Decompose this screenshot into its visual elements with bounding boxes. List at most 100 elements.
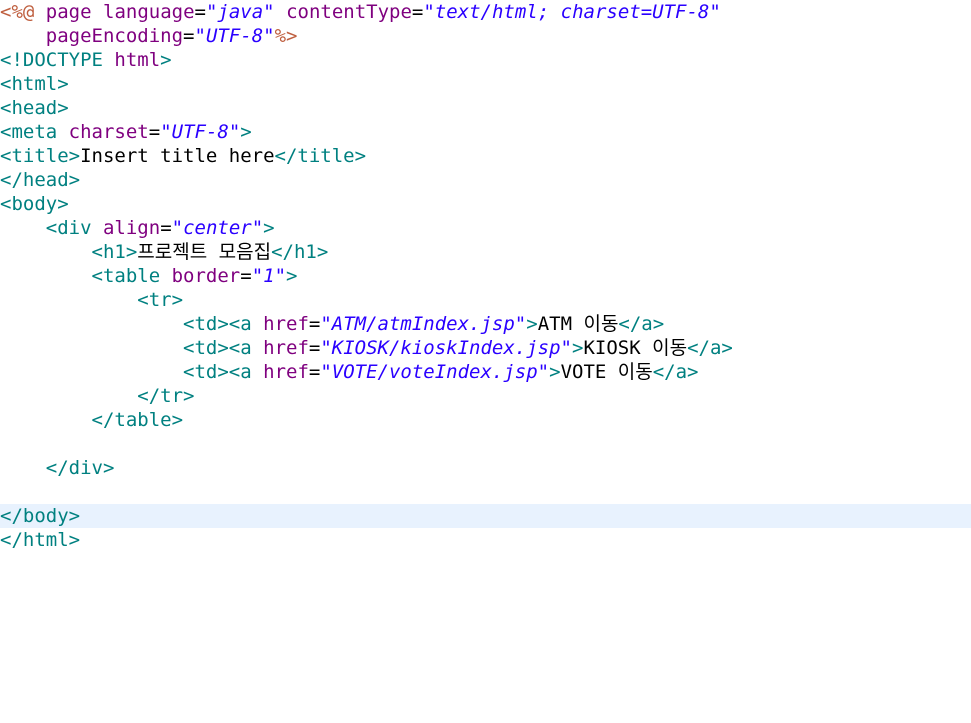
code-token: </a> bbox=[687, 337, 733, 359]
code-token: "text/html; charset=UTF-8" bbox=[423, 1, 721, 23]
code-token: language bbox=[103, 1, 195, 23]
code-token: VOTE 이동 bbox=[560, 361, 653, 383]
code-token: 프로젝트 모음집 bbox=[137, 241, 272, 263]
code-token: border bbox=[171, 265, 241, 287]
code-line[interactable]: pageEncoding="UTF-8"%> bbox=[0, 24, 971, 48]
code-token: page bbox=[45, 1, 92, 23]
code-token: = bbox=[308, 337, 321, 359]
code-token: <meta bbox=[0, 121, 58, 143]
code-line[interactable] bbox=[0, 432, 971, 456]
code-line[interactable]: <head> bbox=[0, 96, 971, 120]
code-token: pageEncoding bbox=[45, 25, 184, 47]
code-token: KIOSK 이동 bbox=[583, 337, 688, 359]
code-line[interactable]: </table> bbox=[0, 408, 971, 432]
code-token: </title> bbox=[274, 145, 367, 167]
code-token: </tr> bbox=[137, 385, 195, 407]
code-line[interactable]: <div align="center"> bbox=[0, 216, 971, 240]
code-token: %> bbox=[274, 25, 298, 47]
code-token: = bbox=[148, 121, 161, 143]
code-token: </h1> bbox=[271, 241, 329, 263]
code-line[interactable]: <!DOCTYPE html> bbox=[0, 48, 971, 72]
code-token: = bbox=[194, 1, 206, 23]
code-token: </a> bbox=[618, 313, 665, 335]
code-line[interactable]: <body> bbox=[0, 192, 971, 216]
code-token: = bbox=[160, 217, 172, 239]
code-editor[interactable]: <%@ page language="java" contentType="te… bbox=[0, 0, 971, 723]
code-token: align bbox=[102, 217, 161, 239]
code-line[interactable]: <title>Insert title here</title> bbox=[0, 144, 971, 168]
code-line[interactable]: </tr> bbox=[0, 384, 971, 408]
code-token: <body> bbox=[0, 193, 69, 215]
code-line[interactable]: <td><a href="VOTE/voteIndex.jsp">VOTE 이동… bbox=[0, 360, 971, 384]
code-token: > bbox=[572, 337, 584, 359]
code-token: > bbox=[240, 121, 252, 143]
code-token: > bbox=[286, 265, 298, 287]
code-token: > bbox=[526, 313, 538, 335]
code-line[interactable] bbox=[0, 480, 971, 504]
code-token: <table bbox=[91, 265, 161, 287]
code-token: <!DOCTYPE bbox=[0, 49, 103, 71]
code-line[interactable]: <%@ page language="java" contentType="te… bbox=[0, 0, 971, 24]
code-line[interactable]: <meta charset="UTF-8"> bbox=[0, 120, 971, 144]
code-token: <tr> bbox=[137, 289, 184, 311]
code-line[interactable]: </head> bbox=[0, 168, 971, 192]
code-token: contentType bbox=[286, 1, 412, 23]
code-token: = bbox=[411, 1, 424, 23]
code-token: </a> bbox=[652, 361, 699, 383]
code-token: Insert title here bbox=[80, 145, 275, 167]
code-token: <html> bbox=[0, 73, 69, 95]
code-token: = bbox=[183, 25, 195, 47]
code-token: "UTF-8" bbox=[160, 121, 241, 143]
code-token: "UTF-8" bbox=[194, 25, 275, 47]
code-token: ATM 이동 bbox=[537, 313, 619, 335]
code-token: <title> bbox=[0, 145, 81, 167]
code-line[interactable]: </div> bbox=[0, 456, 971, 480]
code-token: <td><a bbox=[183, 361, 252, 383]
code-token: "1" bbox=[251, 265, 287, 287]
code-token: = bbox=[308, 361, 321, 383]
code-token: </html> bbox=[0, 529, 81, 551]
code-line[interactable]: <td><a href="KIOSK/kioskIndex.jsp">KIOSK… bbox=[0, 336, 971, 360]
code-token: <head> bbox=[0, 97, 69, 119]
code-token: charset bbox=[68, 121, 149, 143]
code-token: href bbox=[263, 313, 309, 335]
code-line[interactable]: </body> bbox=[0, 504, 971, 528]
code-token: </body> bbox=[0, 505, 81, 527]
code-token: href bbox=[263, 361, 309, 383]
code-token: > bbox=[160, 49, 172, 71]
code-line[interactable]: <td><a href="ATM/atmIndex.jsp">ATM 이동</a… bbox=[0, 312, 971, 336]
code-line[interactable]: </html> bbox=[0, 528, 971, 552]
code-line[interactable]: <tr> bbox=[0, 288, 971, 312]
code-token: = bbox=[308, 313, 321, 335]
code-line[interactable]: <h1>프로젝트 모음집</h1> bbox=[0, 240, 971, 264]
code-token: "center" bbox=[171, 217, 264, 239]
code-token: </div> bbox=[45, 457, 115, 479]
code-token: html bbox=[114, 49, 161, 71]
code-token: "ATM/atmIndex.jsp" bbox=[320, 313, 527, 335]
code-token: "KIOSK/kioskIndex.jsp" bbox=[320, 337, 573, 359]
code-line[interactable]: <table border="1"> bbox=[0, 264, 971, 288]
code-token: "java" bbox=[205, 1, 275, 23]
code-line[interactable]: <html> bbox=[0, 72, 971, 96]
